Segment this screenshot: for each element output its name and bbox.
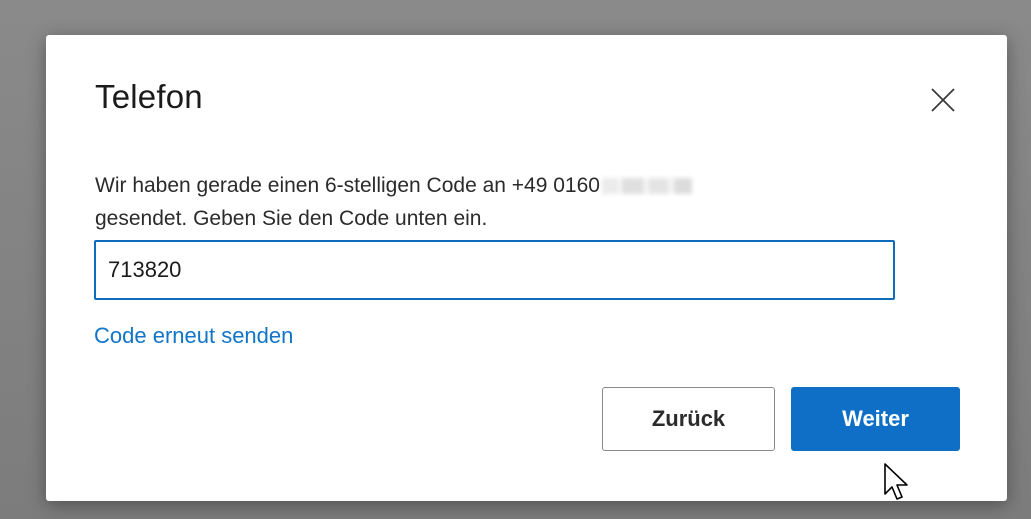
verification-message: Wir haben gerade einen 6-stelligen Code … bbox=[95, 169, 915, 235]
next-button[interactable]: Weiter bbox=[791, 387, 960, 451]
message-line-2: gesendet. Geben Sie den Code unten ein. bbox=[95, 207, 488, 230]
back-button[interactable]: Zurück bbox=[602, 387, 775, 451]
verification-code-input[interactable] bbox=[94, 240, 895, 300]
resend-code-link[interactable]: Code erneut senden bbox=[94, 323, 293, 349]
message-line-1: Wir haben gerade einen 6-stelligen Code … bbox=[95, 174, 600, 197]
close-button[interactable] bbox=[928, 85, 958, 115]
dialog-title: Telefon bbox=[95, 78, 203, 115]
close-icon bbox=[931, 88, 955, 112]
mouse-pointer-icon bbox=[883, 462, 913, 504]
phone-verification-dialog: Telefon Wir haben gerade einen 6-stellig… bbox=[46, 35, 1007, 501]
redacted-phone-digits bbox=[601, 178, 692, 195]
